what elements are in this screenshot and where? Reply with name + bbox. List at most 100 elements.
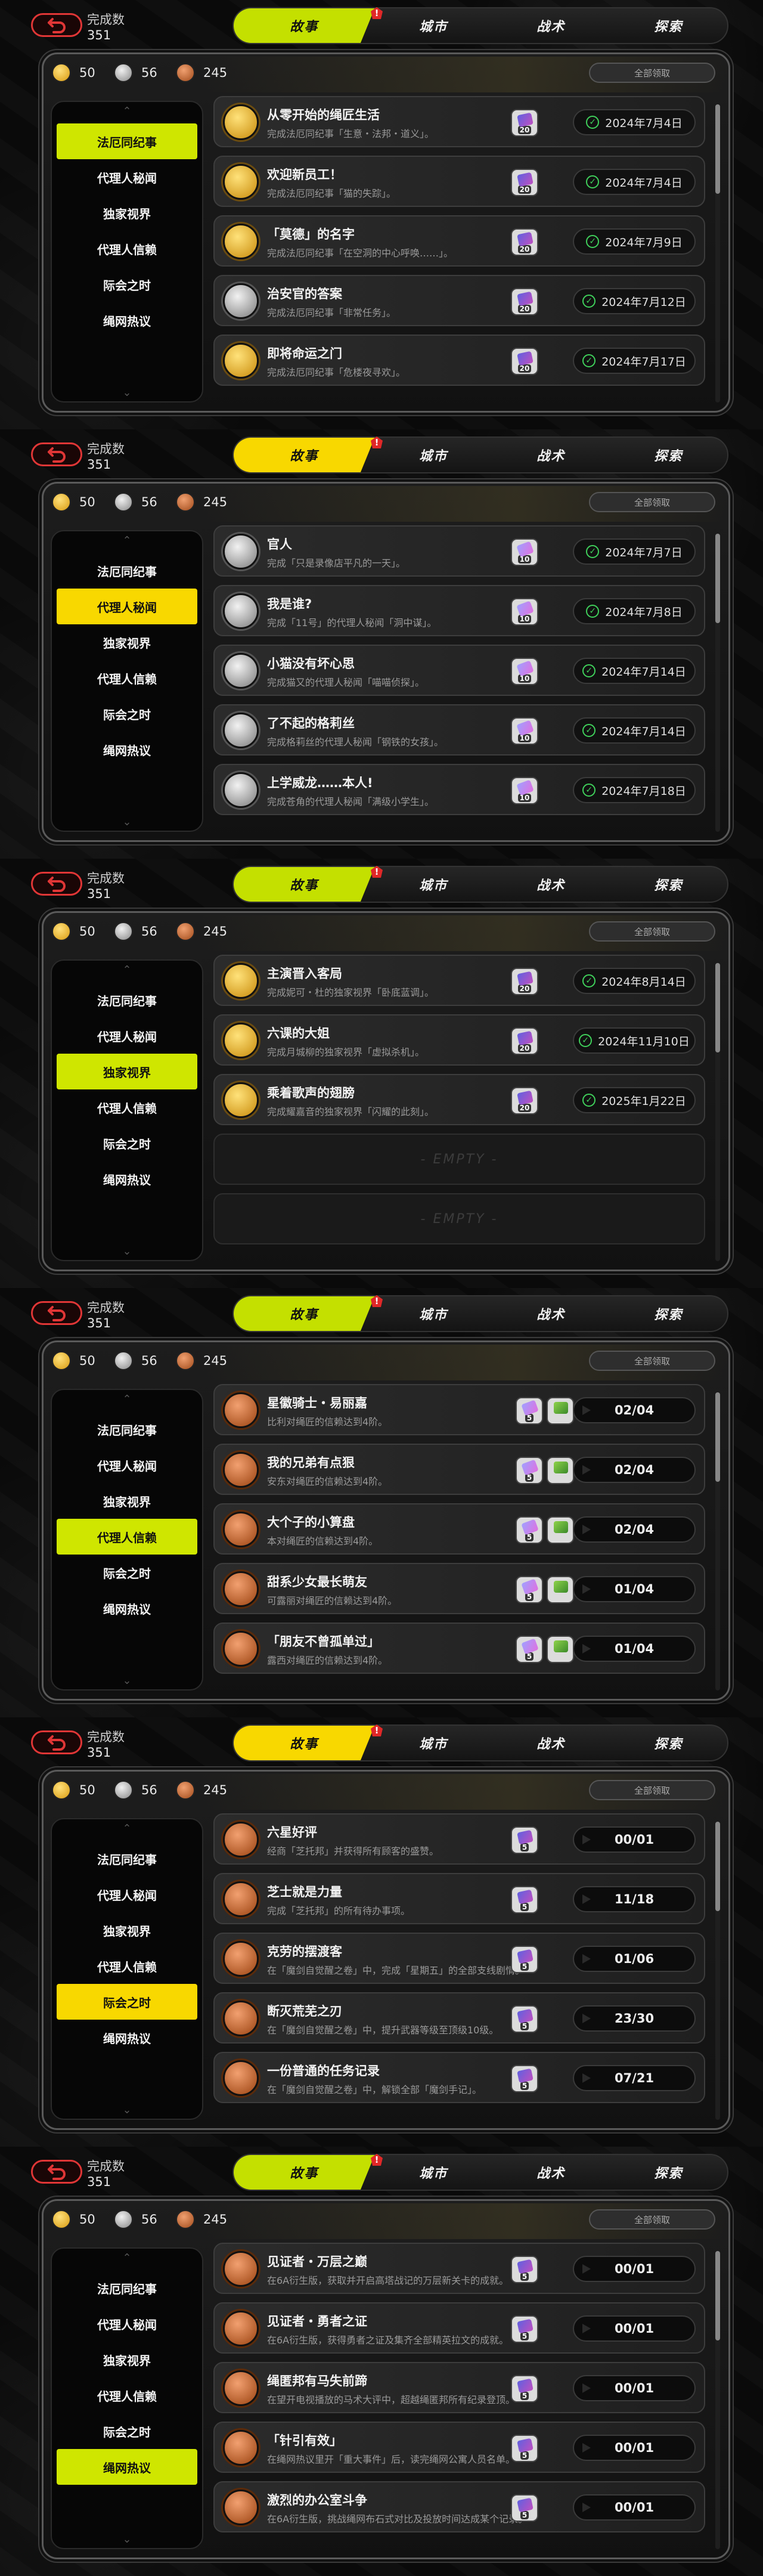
tab-explore[interactable]: 探索: [610, 867, 727, 902]
sidebar-item[interactable]: 法厄同纪事: [57, 982, 197, 1018]
scroll-up-icon[interactable]: ⌃: [52, 102, 202, 120]
claim-all-button[interactable]: 全部领取: [589, 63, 715, 83]
sidebar-item[interactable]: 独家视界: [57, 1912, 197, 1948]
scrollbar-thumb[interactable]: [715, 963, 720, 1052]
list-scrollbar[interactable]: [715, 1392, 720, 1690]
claim-all-button[interactable]: 全部领取: [589, 1780, 715, 1800]
tab-tactics[interactable]: 战术: [492, 867, 610, 902]
achievement-row[interactable]: 欢迎新员工！ 完成法厄同纪事「猫的失踪」。 20 ✓ 2024年7月4日: [213, 156, 705, 207]
achievement-row[interactable]: 「针引有效」 在绳网热议里开「重大事件」后，读完绳网公寓人员名单。 5 00/01: [213, 2422, 705, 2473]
achievement-row[interactable]: 乘着歌声的翅膀 完成耀嘉音的独家视界「闪耀的此刻」。 20 ✓ 2025年1月22日: [213, 1074, 705, 1125]
sidebar-item[interactable]: 法厄同纪事: [57, 1841, 197, 1877]
tab-story[interactable]: 故事: [234, 2155, 375, 2190]
achievement-row[interactable]: 甜系少女最长萌友 可露丽对绳匠的信赖达到4阶。 5 01/04: [213, 1563, 705, 1614]
sidebar-item[interactable]: 绳网热议: [57, 302, 197, 338]
sidebar-item[interactable]: 代理人秘闻: [57, 1447, 197, 1483]
scroll-down-icon[interactable]: ⌄: [52, 1242, 202, 1260]
achievement-row[interactable]: 从零开始的绳匠生活 完成法厄同纪事「生意・法邦・道义」。 20 ✓ 2024年7月4日: [213, 96, 705, 147]
tab-explore[interactable]: 探索: [610, 8, 727, 43]
scrollbar-thumb[interactable]: [715, 1822, 720, 1911]
tab-tactics[interactable]: 战术: [492, 438, 610, 472]
tab-explore[interactable]: 探索: [610, 438, 727, 472]
tab-tactics[interactable]: 战术: [492, 8, 610, 43]
sidebar-item[interactable]: 独家视界: [57, 195, 197, 231]
achievement-row[interactable]: 六课的大姐 完成月城柳的独家视界「虚拟杀机」。 20 ✓ 2024年11月10日: [213, 1014, 705, 1066]
claim-all-button[interactable]: 全部领取: [589, 492, 715, 512]
achievement-row[interactable]: 绳匿邦有马失前蹄 在望开电视播放的马术大评中，超越绳匿邦所有纪录登顶。 5 00/01: [213, 2362, 705, 2413]
sidebar-item[interactable]: 独家视界: [57, 1054, 197, 1089]
claim-all-button[interactable]: 全部领取: [589, 2209, 715, 2230]
sidebar-item[interactable]: 独家视界: [57, 624, 197, 660]
achievement-row[interactable]: 即将命运之门 完成法厄同纪事「危楼夜寻欢」。 20 ✓ 2024年7月17日: [213, 335, 705, 386]
sidebar-item[interactable]: 绳网热议: [57, 2020, 197, 2055]
sidebar-item[interactable]: 代理人秘闻: [57, 589, 197, 624]
back-button[interactable]: [31, 1730, 82, 1754]
scroll-down-icon[interactable]: ⌄: [52, 813, 202, 831]
tab-explore[interactable]: 探索: [610, 2155, 727, 2190]
sidebar-item[interactable]: 代理人秘闻: [57, 2306, 197, 2342]
achievement-row[interactable]: 「朋友不曾孤单过」 露西对绳匠的信赖达到4阶。 5 01/04: [213, 1623, 705, 1674]
scroll-down-icon[interactable]: ⌄: [52, 2101, 202, 2119]
sidebar-item[interactable]: 绳网热议: [57, 732, 197, 767]
achievement-row[interactable]: 上学威龙……本人! 完成苍角的代理人秘闻「满级小学生」。 10 ✓ 2024年7月18日: [213, 764, 705, 815]
sidebar-item[interactable]: 际会之时: [57, 2413, 197, 2449]
tab-tactics[interactable]: 战术: [492, 1296, 610, 1331]
back-button[interactable]: [31, 13, 82, 37]
sidebar-item[interactable]: 代理人信赖: [57, 1089, 197, 1125]
list-scrollbar[interactable]: [715, 963, 720, 1261]
scroll-down-icon[interactable]: ⌄: [52, 1671, 202, 1689]
sidebar-item[interactable]: 法厄同纪事: [57, 123, 197, 159]
tab-explore[interactable]: 探索: [610, 1726, 727, 1760]
sidebar-item[interactable]: 独家视界: [57, 2342, 197, 2377]
tab-story[interactable]: 故事: [234, 867, 375, 902]
tab-city[interactable]: 城市: [375, 867, 492, 902]
tab-city[interactable]: 城市: [375, 2155, 492, 2190]
sidebar-item[interactable]: 代理人秘闻: [57, 159, 197, 195]
scroll-up-icon[interactable]: ⌃: [52, 531, 202, 549]
tab-tactics[interactable]: 战术: [492, 1726, 610, 1760]
sidebar-item[interactable]: 际会之时: [57, 267, 197, 302]
scroll-up-icon[interactable]: ⌃: [52, 961, 202, 979]
sidebar-item[interactable]: 际会之时: [57, 1555, 197, 1590]
tab-tactics[interactable]: 战术: [492, 2155, 610, 2190]
achievement-row[interactable]: 官人 完成「只是录像店平凡的一天」。 10 ✓ 2024年7月7日: [213, 525, 705, 577]
scroll-up-icon[interactable]: ⌃: [52, 2249, 202, 2267]
list-scrollbar[interactable]: [715, 104, 720, 402]
achievement-row[interactable]: 我是谁? 完成「11号」的代理人秘闻「洞中谋」。 10 ✓ 2024年7月8日: [213, 585, 705, 636]
sidebar-item[interactable]: 绳网热议: [57, 2449, 197, 2485]
achievement-row[interactable]: 小猫没有坏心思 完成猫又的代理人秘闻「喵喵侦探」。 10 ✓ 2024年7月14日: [213, 645, 705, 696]
sidebar-item[interactable]: 际会之时: [57, 1125, 197, 1161]
achievement-row[interactable]: 断灭荒芜之刃 在「魔剑自觉醒之卷」中，提升武器等级至顶级10级。 5 23/30: [213, 1992, 705, 2044]
achievement-row[interactable]: 星徽骑士・易丽嘉 比利对绳匠的信赖达到4阶。 5 02/04: [213, 1384, 705, 1435]
scroll-down-icon[interactable]: ⌄: [52, 2530, 202, 2548]
tab-city[interactable]: 城市: [375, 1726, 492, 1760]
achievement-row[interactable]: 主演晋入客局 完成妮可・杜的独家视界「卧底蓝调」。 20 ✓ 2024年8月14日: [213, 955, 705, 1006]
achievement-row[interactable]: 克劳的摆渡客 在「魔剑自觉醒之卷」中，完成「星期五」的全部支线剧情。 5 01/06: [213, 1933, 705, 1984]
tab-story[interactable]: 故事: [234, 1726, 375, 1760]
sidebar-item[interactable]: 际会之时: [57, 1984, 197, 2020]
tab-story[interactable]: 故事: [234, 438, 375, 472]
sidebar-item[interactable]: 代理人信赖: [57, 660, 197, 696]
sidebar-item[interactable]: 法厄同纪事: [57, 553, 197, 589]
achievement-row[interactable]: 见证者・勇者之证 在6A衍生版，获得勇者之证及集齐全部精英拉文的成就。 5 00/01: [213, 2302, 705, 2354]
list-scrollbar[interactable]: [715, 2251, 720, 2549]
achievement-row[interactable]: 大个子的小算盘 本对绳匠的信赖达到4阶。 5 02/04: [213, 1503, 705, 1555]
list-scrollbar[interactable]: [715, 534, 720, 832]
achievement-row[interactable]: 一份普通的任务记录 在「魔剑自觉醒之卷」中，解锁全部「魔剑手记」。 5 07/21: [213, 2052, 705, 2103]
achievement-row[interactable]: 「莫德」的名字 完成法厄同纪事「在空洞的中心呼唤……」。 20 ✓ 2024年7月9日: [213, 215, 705, 267]
scroll-up-icon[interactable]: ⌃: [52, 1390, 202, 1408]
back-button[interactable]: [31, 2160, 82, 2184]
achievement-row[interactable]: 见证者・万层之巅 在6A衍生版，获取并开启高塔战记的万层新关卡的成就。 5 00/01: [213, 2243, 705, 2294]
sidebar-item[interactable]: 法厄同纪事: [57, 2270, 197, 2306]
sidebar-item[interactable]: 独家视界: [57, 1483, 197, 1519]
sidebar-item[interactable]: 代理人秘闻: [57, 1018, 197, 1054]
list-scrollbar[interactable]: [715, 1822, 720, 2120]
achievement-row[interactable]: 治安官的答案 完成法厄同纪事「非常任务」。 20 ✓ 2024年7月12日: [213, 275, 705, 326]
tab-story[interactable]: 故事: [234, 1296, 375, 1331]
back-button[interactable]: [31, 872, 82, 896]
tab-city[interactable]: 城市: [375, 438, 492, 472]
achievement-row[interactable]: 芝士就是力量 完成「芝托邦」的所有待办事项。 5 11/18: [213, 1873, 705, 1924]
sidebar-item[interactable]: 代理人信赖: [57, 1948, 197, 1984]
achievement-row[interactable]: 了不起的格莉丝 完成格莉丝的代理人秘闻「钢铁的女孩」。 10 ✓ 2024年7月14日: [213, 704, 705, 756]
sidebar-item[interactable]: 代理人信赖: [57, 1519, 197, 1555]
